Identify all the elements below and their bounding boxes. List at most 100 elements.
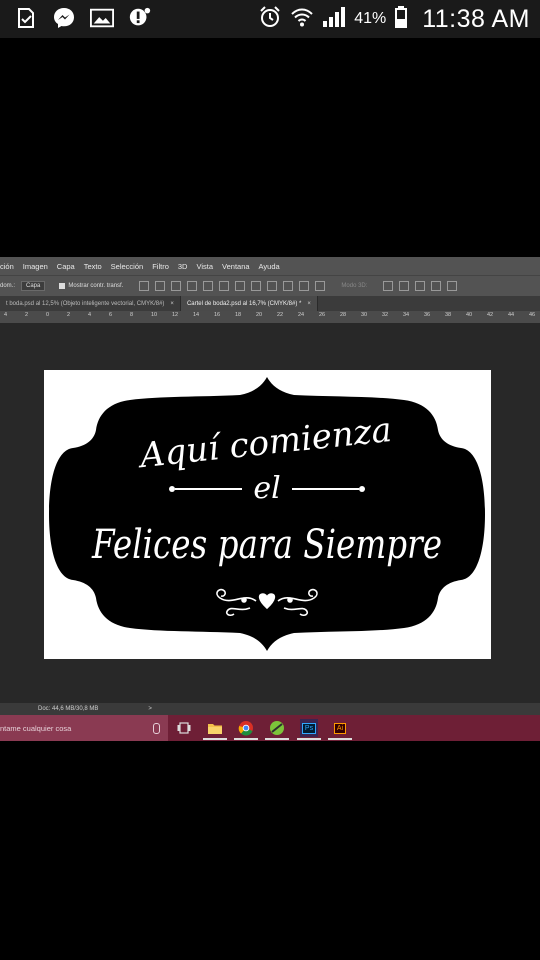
menu-item[interactable]: ción: [0, 262, 14, 271]
ruler-tick-label: 32: [382, 312, 389, 318]
ruler-tick-label: 8: [130, 312, 134, 318]
canvas-area: Aquí comienza el Felices para Siempre: [0, 323, 540, 703]
3d-scale-icon[interactable]: [447, 281, 458, 291]
ruler-tick-label: 42: [487, 312, 494, 318]
align-icon[interactable]: [219, 281, 230, 291]
menu-item-filter[interactable]: Filtro: [152, 262, 169, 271]
tab-document-2[interactable]: Cartel de boda2.psd al 16,7% (CMYK/8#) *…: [180, 296, 318, 311]
active-indicator: [265, 738, 289, 740]
tool-prefix: dom.:: [0, 283, 16, 289]
ruler-tick-label: 22: [277, 312, 284, 318]
gallery-icon: [90, 6, 114, 30]
search-box[interactable]: ntame cualquier cosa: [0, 715, 168, 741]
ruler-tick-label: 6: [109, 312, 113, 318]
3d-slide-icon[interactable]: [431, 281, 442, 291]
align-icon[interactable]: [155, 281, 166, 291]
tab-label: t boda.psd al 12,5% (Objeto inteligente …: [6, 300, 165, 307]
doc-size: Doc: 44,6 MB/30,8 MB: [38, 706, 99, 712]
wifi-icon: [290, 5, 314, 34]
3d-pan-icon[interactable]: [415, 281, 426, 291]
ruler-tick-label: 4: [4, 312, 8, 318]
mode-3d-label: Modo 3D:: [341, 283, 368, 289]
menu-item-help[interactable]: Ayuda: [259, 262, 280, 271]
alert-bubble-icon: [128, 6, 152, 30]
photoshop-icon[interactable]: Ps: [297, 719, 321, 740]
align-icon[interactable]: [171, 281, 182, 291]
chrome-icon[interactable]: [234, 719, 258, 740]
status-bar: 41% 11:38 AM: [0, 0, 540, 38]
3d-tools: [383, 281, 458, 291]
menu-item-3d[interactable]: 3D: [178, 262, 188, 271]
align-icon[interactable]: [203, 281, 214, 291]
distribute-icon[interactable]: [251, 281, 262, 291]
alarm-icon: [258, 5, 282, 34]
mic-icon[interactable]: [153, 723, 160, 734]
align-tools: [139, 281, 326, 291]
status-line: Doc: 44,6 MB/30,8 MB >: [0, 703, 540, 715]
battery-icon: [394, 5, 408, 34]
ruler-tick-label: 18: [235, 312, 242, 318]
3d-roll-icon[interactable]: [399, 281, 410, 291]
photoshop-screenshot: ción Imagen Capa Texto Selección Filtro …: [0, 257, 540, 741]
ruler-tick-label: 12: [172, 312, 179, 318]
ruler-tick-label: 46: [529, 312, 536, 318]
menu-item-text[interactable]: Texto: [84, 262, 102, 271]
align-icon[interactable]: [187, 281, 198, 291]
ruler-tick-label: 2: [25, 312, 29, 318]
active-indicator: [203, 738, 227, 740]
ruler-tick-label: 36: [424, 312, 431, 318]
menu-item-window[interactable]: Ventana: [222, 262, 250, 271]
ruler-tick-label: 4: [88, 312, 92, 318]
3d-rotate-icon[interactable]: [383, 281, 394, 291]
ruler-tick-label: 34: [403, 312, 410, 318]
active-indicator: [297, 738, 321, 740]
menu-item-select[interactable]: Selección: [111, 262, 144, 271]
clock: 11:38 AM: [422, 4, 530, 33]
close-icon[interactable]: ×: [307, 301, 311, 307]
status-arrow-icon[interactable]: >: [148, 706, 152, 712]
distribute-icon[interactable]: [283, 281, 294, 291]
menu-item-view[interactable]: Vista: [196, 262, 213, 271]
frame-plaque: [49, 377, 485, 651]
wedding-sign: Aquí comienza el Felices para Siempre: [49, 377, 485, 651]
active-indicator: [328, 738, 352, 740]
tab-label: Cartel de boda2.psd al 16,7% (CMYK/8#) *: [186, 300, 302, 307]
windows-taskbar: ntame cualquier cosa Ps Ai: [0, 715, 540, 741]
task-view-icon[interactable]: [175, 719, 193, 737]
sign-line-2: el: [253, 471, 280, 506]
ruler-tick-label: 16: [214, 312, 221, 318]
artboard[interactable]: Aquí comienza el Felices para Siempre: [44, 370, 491, 659]
active-indicator: [234, 738, 258, 740]
file-explorer-icon[interactable]: [203, 719, 227, 740]
ps-label: Ps: [301, 722, 317, 734]
search-placeholder: ntame cualquier cosa: [0, 723, 72, 733]
auto-select-dropdown[interactable]: Capa: [21, 281, 46, 291]
menu-item-layer[interactable]: Capa: [57, 262, 75, 271]
menu-bar: ción Imagen Capa Texto Selección Filtro …: [0, 257, 540, 275]
distribute-icon[interactable]: [235, 281, 246, 291]
download-done-icon: [14, 6, 38, 30]
menu-item-image[interactable]: Imagen: [23, 262, 48, 271]
app-green-icon[interactable]: [265, 719, 289, 740]
ruler-tick-label: 0: [46, 312, 50, 318]
options-bar: dom.: Capa Mostrar contr. transf. Modo 3…: [0, 275, 540, 296]
ruler-tick-label: 14: [193, 312, 200, 318]
document-tabs: t boda.psd al 12,5% (Objeto inteligente …: [0, 296, 540, 311]
ruler-tick-label: 30: [361, 312, 368, 318]
distribute-icon[interactable]: [299, 281, 310, 291]
tab-document-1[interactable]: t boda.psd al 12,5% (Objeto inteligente …: [0, 296, 181, 311]
illustrator-icon[interactable]: Ai: [328, 719, 352, 740]
distribute-icon[interactable]: [267, 281, 278, 291]
close-icon[interactable]: ×: [170, 301, 174, 307]
distribute-icon[interactable]: [315, 281, 326, 291]
messenger-icon: [52, 6, 76, 30]
show-transform-label: Mostrar contr. transf.: [68, 283, 124, 289]
ruler-tick-label: 20: [256, 312, 263, 318]
align-icon[interactable]: [139, 281, 150, 291]
battery-percent: 41%: [354, 10, 387, 27]
sign-line-3: Felices para Siempre: [91, 522, 442, 568]
ruler-tick-label: 10: [151, 312, 158, 318]
show-transform-checkbox[interactable]: Mostrar contr. transf.: [59, 283, 123, 289]
ai-label: Ai: [333, 722, 347, 734]
ruler-tick-label: 28: [340, 312, 347, 318]
